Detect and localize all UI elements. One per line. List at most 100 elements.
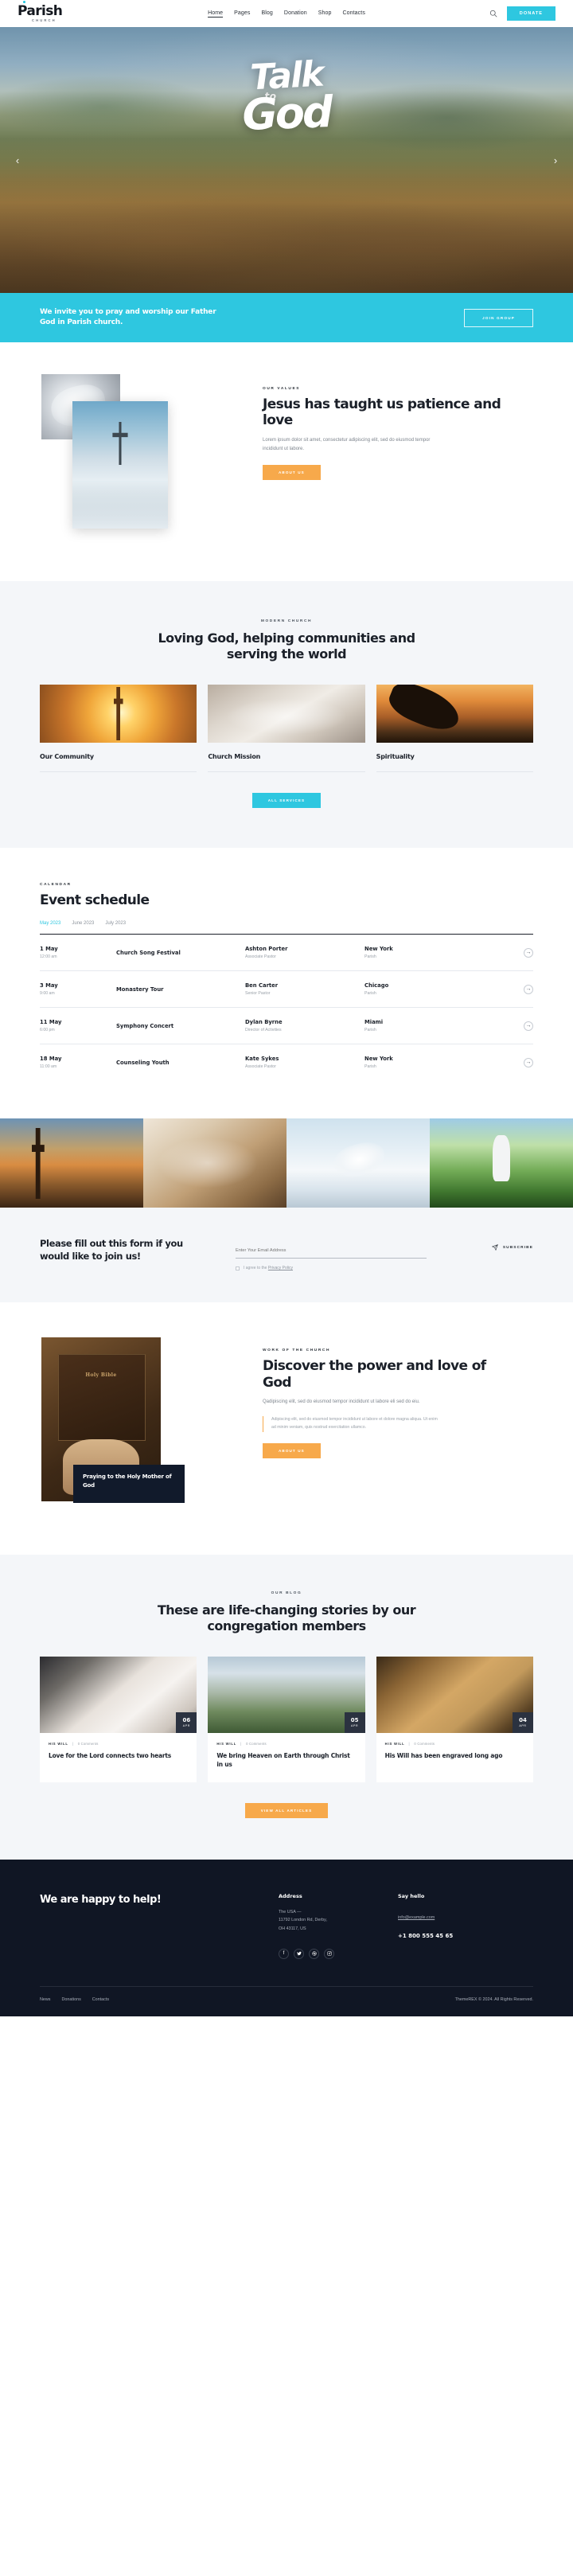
blog-post-category[interactable]: HIS WILL — [49, 1742, 68, 1746]
event-city: Chicago — [364, 982, 389, 989]
events-table: 1 May 12:00 am Church Song Festival Asht… — [40, 934, 533, 1080]
table-row[interactable]: 18 May 11:00 am Counseling Youth Kate Sy… — [40, 1044, 533, 1080]
event-person-role: Associate Pastor — [245, 1064, 276, 1070]
blog-post-card[interactable]: 06 APR HIS WILL | 0 Comments Love for th… — [40, 1657, 197, 1783]
nav-item-home[interactable]: Home — [208, 10, 224, 18]
hero-title: Talk to God — [0, 54, 573, 140]
work-heading: Discover the power and love of God — [263, 1358, 486, 1391]
invite-cta-bar: We invite you to pray and worship our Fa… — [0, 293, 573, 342]
event-person-name: Dylan Byrne — [245, 1019, 283, 1026]
bible-cover-text: Holy Bible — [85, 1372, 117, 1378]
event-arrow-right-icon[interactable]: → — [524, 947, 533, 958]
twitter-icon[interactable] — [294, 1948, 304, 1959]
strip-image-praying-hands — [143, 1118, 286, 1208]
nav-item-donation[interactable]: Donation — [284, 10, 307, 18]
footer-bottom-bar: News Donations Contacts ThemeREX © 2024.… — [40, 1985, 533, 2016]
event-person-cell: Ben Carter Senior Pastor — [245, 982, 364, 996]
blog-post-category[interactable]: HIS WILL — [216, 1742, 236, 1746]
event-city: New York — [364, 1056, 393, 1063]
main-navigation: Home Pages Blog Donation Shop Contacts — [208, 10, 365, 18]
paper-plane-icon — [491, 1244, 498, 1251]
event-arrow-right-icon[interactable]: → — [524, 1057, 533, 1067]
table-row[interactable]: 11 May 6:00 pm Symphony Concert Dylan By… — [40, 1008, 533, 1045]
service-title: Our Community — [40, 743, 197, 772]
blog-post-date-badge: 06 APR — [176, 1712, 197, 1734]
dribbble-icon[interactable] — [309, 1948, 319, 1959]
event-person-cell: Dylan Byrne Director of Activities — [245, 1019, 364, 1032]
footer-contact-column: Say hello info@example.com +1 800 555 45… — [398, 1893, 517, 1959]
site-logo[interactable]: Parish CHURCH — [18, 1, 63, 22]
donate-button[interactable]: DONATE — [506, 6, 555, 21]
service-card[interactable]: Church Mission — [208, 685, 365, 772]
blog-post-card[interactable]: 04 APR HIS WILL | 0 Comments His Will ha… — [376, 1657, 533, 1783]
footer-link-contacts[interactable]: Contacts — [92, 1997, 109, 2002]
service-image-community — [40, 685, 197, 743]
event-date: 11 May — [40, 1019, 62, 1026]
join-group-button[interactable]: JOIN GROUP — [464, 308, 533, 327]
blog-post-card[interactable]: 05 APR HIS WILL | 0 Comments We bring He… — [208, 1657, 365, 1783]
event-venue: Parish — [364, 1064, 376, 1070]
nav-item-pages[interactable]: Pages — [234, 10, 250, 18]
privacy-policy-checkbox[interactable] — [236, 1266, 240, 1270]
values-image-group — [24, 374, 263, 543]
nav-item-blog[interactable]: Blog — [262, 10, 273, 18]
event-date: 18 May — [40, 1056, 62, 1063]
event-person-cell: Kate Sykes Associate Pastor — [245, 1056, 364, 1069]
footer-email-link[interactable]: info@example.com — [398, 1915, 435, 1920]
blog-post-meta: HIS WILL | 0 Comments — [385, 1742, 524, 1746]
nav-item-contacts[interactable]: Contacts — [343, 10, 365, 18]
event-arrow-right-icon[interactable]: → — [524, 984, 533, 994]
view-all-articles-button[interactable]: VIEW ALL ARTICLES — [244, 1803, 329, 1819]
event-time: 12:00 am — [40, 954, 57, 960]
blog-eyebrow: OUR BLOG — [271, 1591, 302, 1596]
instagram-icon[interactable] — [324, 1948, 334, 1959]
event-location-cell: Miami Parish — [364, 1019, 476, 1032]
subscribe-button[interactable]: SUBSCRIBE — [491, 1238, 533, 1251]
event-arrow-right-icon[interactable]: → — [524, 1021, 533, 1031]
footer-address-line1: The USA — — [279, 1910, 302, 1915]
site-header: Parish CHURCH Home Pages Blog Donation S… — [0, 0, 573, 27]
services-grid: Our Community Church Mission Spiritualit… — [40, 685, 533, 772]
service-card[interactable]: Spirituality — [376, 685, 533, 772]
blog-post-title[interactable]: We bring Heaven on Earth through Christ … — [216, 1752, 356, 1770]
tab-may-2023[interactable]: May 2023 — [40, 921, 60, 926]
event-location-cell: New York Parish — [364, 1056, 476, 1069]
tab-july-2023[interactable]: July 2023 — [105, 921, 126, 926]
blog-post-meta: HIS WILL | 0 Comments — [216, 1742, 356, 1746]
footer-link-news[interactable]: News — [40, 1997, 50, 2002]
strip-image-cross — [0, 1118, 143, 1208]
hero-next-arrow-icon[interactable]: › — [549, 154, 562, 166]
values-about-us-button[interactable]: ABOUT US — [263, 464, 321, 480]
logo-tagline: CHURCH — [32, 18, 57, 22]
service-image-spirituality — [376, 685, 533, 743]
privacy-policy-link[interactable]: Privacy Policy — [268, 1266, 293, 1270]
blog-post-comments: 0 Comments — [77, 1742, 99, 1747]
search-icon[interactable] — [489, 10, 497, 18]
blog-post-category[interactable]: HIS WILL — [385, 1742, 405, 1746]
facebook-icon[interactable]: f — [279, 1948, 289, 1959]
footer-address-column: Address The USA — 11792 London Rd, Derby… — [279, 1893, 398, 1959]
footer-phone[interactable]: +1 800 555 45 65 — [398, 1933, 517, 1939]
site-footer: We are happy to help! Address The USA — … — [0, 1860, 573, 2016]
blog-post-day: 05 — [350, 1717, 359, 1724]
work-about-us-button[interactable]: ABOUT US — [263, 1443, 321, 1459]
strip-image-dove — [286, 1118, 430, 1208]
event-time: 9:00 am — [40, 991, 55, 997]
nav-item-shop[interactable]: Shop — [318, 10, 332, 18]
tab-june-2023[interactable]: June 2023 — [72, 921, 94, 926]
strip-image-raised-arms — [430, 1118, 573, 1208]
email-input[interactable] — [236, 1248, 427, 1259]
event-venue: Parish — [364, 954, 376, 960]
hero-prev-arrow-icon[interactable]: ‹ — [11, 154, 24, 166]
table-row[interactable]: 3 May 9:00 am Monastery Tour Ben Carter … — [40, 971, 533, 1009]
christ-statue-image — [72, 401, 168, 529]
footer-link-donations[interactable]: Donations — [61, 1997, 80, 2002]
invite-cta-line1: We invite you to pray and worship our Fa… — [40, 307, 216, 316]
invite-cta-text: We invite you to pray and worship our Fa… — [40, 307, 216, 329]
event-name: Monastery Tour — [116, 986, 164, 993]
service-card[interactable]: Our Community — [40, 685, 197, 772]
blog-post-title[interactable]: His Will has been engraved long ago — [385, 1752, 524, 1761]
all-services-button[interactable]: ALL SERVICES — [251, 793, 322, 808]
table-row[interactable]: 1 May 12:00 am Church Song Festival Asht… — [40, 935, 533, 972]
blog-post-title[interactable]: Love for the Lord connects two hearts — [49, 1752, 188, 1761]
